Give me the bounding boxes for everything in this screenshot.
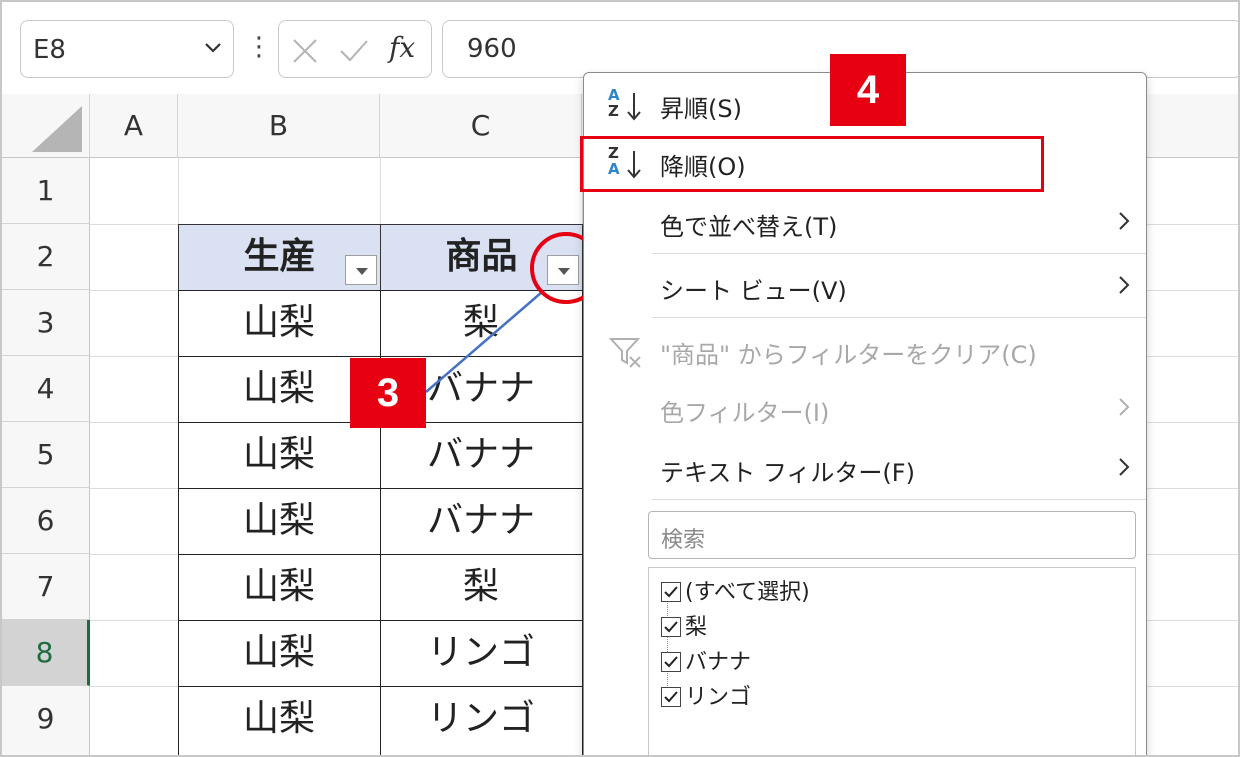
chevron-right-icon — [1119, 276, 1130, 294]
filter-item-label: 梨 — [685, 615, 708, 640]
filter-item-label: リンゴ — [685, 685, 752, 710]
sort-ascending-icon: A Z — [608, 85, 652, 125]
filter-item[interactable]: 梨 — [661, 609, 707, 641]
filter-value-list: (すべて選択) 梨 バナナ リンゴ — [648, 567, 1136, 755]
highlight-box — [580, 136, 1044, 192]
menu-item-label: 色フィルター(I) — [660, 399, 830, 427]
funnel-clear-icon — [608, 338, 641, 368]
menu-item-label: 色で並べ替え(T) — [660, 213, 838, 241]
menu-item-color-filter: 色フィルター(I) — [584, 379, 1146, 437]
excel-window: E8 ⋮ fx 960 A B C 1 2 3 4 5 6 7 8 9 生産 商… — [0, 0, 1240, 757]
menu-item-label: テキスト フィルター(F) — [660, 459, 915, 487]
sort-icon-letter-top: A — [608, 86, 620, 104]
chevron-right-icon — [1119, 458, 1130, 476]
filter-item-select-all[interactable]: (すべて選択) — [661, 574, 810, 606]
menu-item-label: 昇順(S) — [660, 95, 742, 123]
filter-item[interactable]: リンゴ — [661, 679, 751, 711]
menu-item-sort-by-color[interactable]: 色で並べ替え(T) — [584, 193, 1146, 251]
checkbox-checked-icon[interactable] — [661, 687, 681, 707]
menu-item-clear-filter: "商品" からフィルターをクリア(C) — [584, 321, 1146, 379]
filter-item-label: (すべて選択) — [685, 580, 810, 605]
menu-item-label: シート ビュー(V) — [660, 277, 847, 305]
search-placeholder: 検索 — [661, 528, 706, 553]
checkbox-checked-icon[interactable] — [661, 582, 681, 602]
filter-search-input[interactable]: 検索 — [648, 511, 1136, 559]
menu-item-text-filter[interactable]: テキスト フィルター(F) — [584, 439, 1146, 497]
menu-item-label: "商品" からフィルターをクリア(C) — [660, 341, 1037, 369]
filter-item-label: バナナ — [685, 650, 752, 675]
step-badge-4: 4 — [830, 54, 906, 126]
chevron-right-icon — [1119, 398, 1130, 416]
menu-separator — [652, 317, 1146, 318]
chevron-right-icon — [1119, 212, 1130, 230]
filter-item[interactable]: バナナ — [661, 644, 751, 676]
menu-separator — [652, 253, 1146, 254]
arrow-down-icon — [627, 93, 641, 121]
menu-item-sheet-view[interactable]: シート ビュー(V) — [584, 257, 1146, 315]
sort-icon-letter-bottom: Z — [608, 102, 619, 120]
checkbox-checked-icon[interactable] — [661, 617, 681, 637]
checkbox-checked-icon[interactable] — [661, 652, 681, 672]
menu-separator — [652, 499, 1146, 500]
step-badge-3: 3 — [350, 358, 426, 428]
